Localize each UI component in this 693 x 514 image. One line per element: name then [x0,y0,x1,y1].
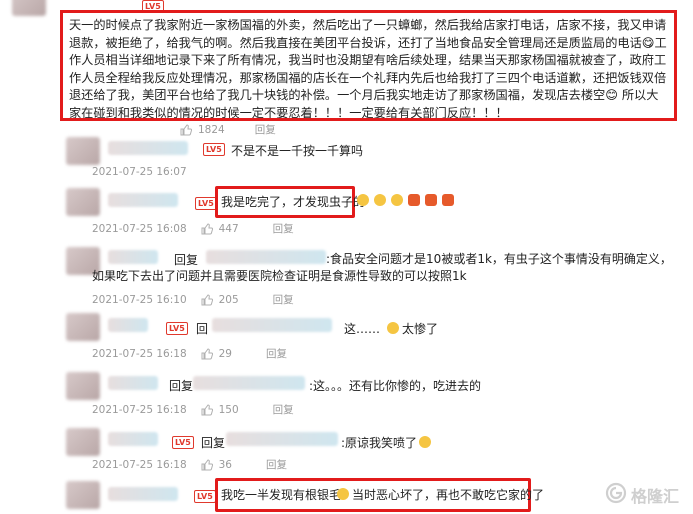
like-icon[interactable] [201,458,213,471]
comment-text: 我是吃完了，才发现虫子的 [221,195,366,209]
comment-text: :原谅我笑喷了 [341,436,418,450]
comment-text-tail: 太惨了 [402,322,439,336]
avatar[interactable] [66,428,100,456]
avatar[interactable] [66,372,100,400]
reply-target-username[interactable] [226,432,338,446]
like-icon[interactable] [201,293,213,306]
crying-emoji-icon [387,322,399,334]
watermark-logo-icon [605,482,627,508]
comment-reply-link[interactable]: 回复 [266,457,287,472]
level-badge: LV5 [195,197,217,210]
comment-meta: 2021-07-25 16:18 150 回复 [92,402,294,417]
crying-emoji-icon [357,194,369,206]
reply-prefix: 回复 [169,379,194,393]
comment-reply-link[interactable]: 回复 [266,346,287,361]
username[interactable] [108,432,158,446]
like-icon[interactable] [201,347,213,360]
reply-prefix: 回复 [201,436,226,450]
emoji-row [356,194,455,206]
reply-prefix: 回 [196,322,209,336]
post-meta: 1824 回复 [180,122,276,137]
avatar[interactable] [66,137,100,165]
comment-meta: 2021-07-25 16:18 36 回复 [92,457,287,472]
crying-emoji-icon [374,194,386,206]
angry-emoji-icon [442,194,454,206]
comment-meta: 2021-07-25 16:08 447 回复 [92,221,294,236]
like-icon[interactable] [201,403,213,416]
avatar[interactable] [66,313,100,341]
comment-time: 2021-07-25 16:18 [92,347,187,360]
reply-target-username[interactable] [193,376,305,390]
comment-like-count: 36 [218,458,232,471]
comment-reply-link[interactable]: 回复 [273,221,294,236]
comment-meta: 2021-07-25 16:10 205 回复 [92,292,294,307]
username[interactable] [108,318,148,332]
avatar[interactable] [66,188,100,216]
comment-text: 不是不是一千按一千算吗 [231,144,364,158]
comment-reply-link[interactable]: 回复 [273,402,294,417]
avatar[interactable] [12,0,46,16]
comment-like-count: 29 [218,347,232,360]
watermark-text: 格隆汇 [630,487,679,506]
comment-meta: 2021-07-25 16:07 [92,166,187,178]
comment-time: 2021-07-25 16:10 [92,293,187,306]
comment-like-count: 205 [218,293,239,306]
comment-meta: 2021-07-25 16:18 29 回复 [92,346,287,361]
post-like-count: 1824 [198,123,225,136]
smiling-emoji-icon [337,488,349,500]
comment-text: 这…… [344,322,381,336]
comment-text: :食品安全问题才是10被或者1k，有虫子这个事情没有明确定义，如果吃下去出了问题… [92,252,672,283]
reply-target-username[interactable] [212,318,332,332]
comment-text-block: :食品安全问题才是10被或者1k，有虫子这个事情没有明确定义，如果吃下去出了问题… [92,251,682,285]
post-reply-link[interactable]: 回复 [255,122,276,137]
avatar[interactable] [66,481,100,509]
level-badge: LV5 [203,143,225,156]
comment-text: :这。。。还有比你惨的，吃进去的 [309,379,482,393]
laughing-emoji-icon [419,436,431,448]
username[interactable] [108,141,188,155]
like-icon[interactable] [180,123,193,136]
main-comment-text: 天一的时候点了我家附近一家杨国福的外卖，然后吃出了一只蟑螂，然后我给店家打电话，… [69,18,667,120]
comment-text: 我吃一半发现有根银毛 [221,488,342,502]
comment-like-count: 150 [218,403,239,416]
main-comment-highlight: 天一的时候点了我家附近一家杨国福的外卖，然后吃出了一只蟑螂，然后我给店家打电话，… [60,10,677,121]
comment-time: 2021-07-25 16:18 [92,458,187,471]
comment-reply-link[interactable]: 回复 [273,292,294,307]
username[interactable] [108,376,158,390]
angry-emoji-icon [425,194,437,206]
like-icon[interactable] [201,222,213,235]
angry-emoji-icon [408,194,420,206]
username[interactable] [108,487,178,501]
crying-emoji-icon [391,194,403,206]
comment-text-tail: 当时恶心坏了，再也不敢吃它家的了 [352,488,545,502]
comment-like-count: 447 [218,222,239,235]
comment-time: 2021-07-25 16:07 [92,166,187,178]
watermark: 格隆汇 [605,482,679,508]
comment-time: 2021-07-25 16:08 [92,222,187,235]
username[interactable] [108,193,178,207]
level-badge: LV5 [172,436,194,449]
level-badge: LV5 [166,322,188,335]
comment-time: 2021-07-25 16:18 [92,403,187,416]
level-badge: LV5 [194,490,216,503]
